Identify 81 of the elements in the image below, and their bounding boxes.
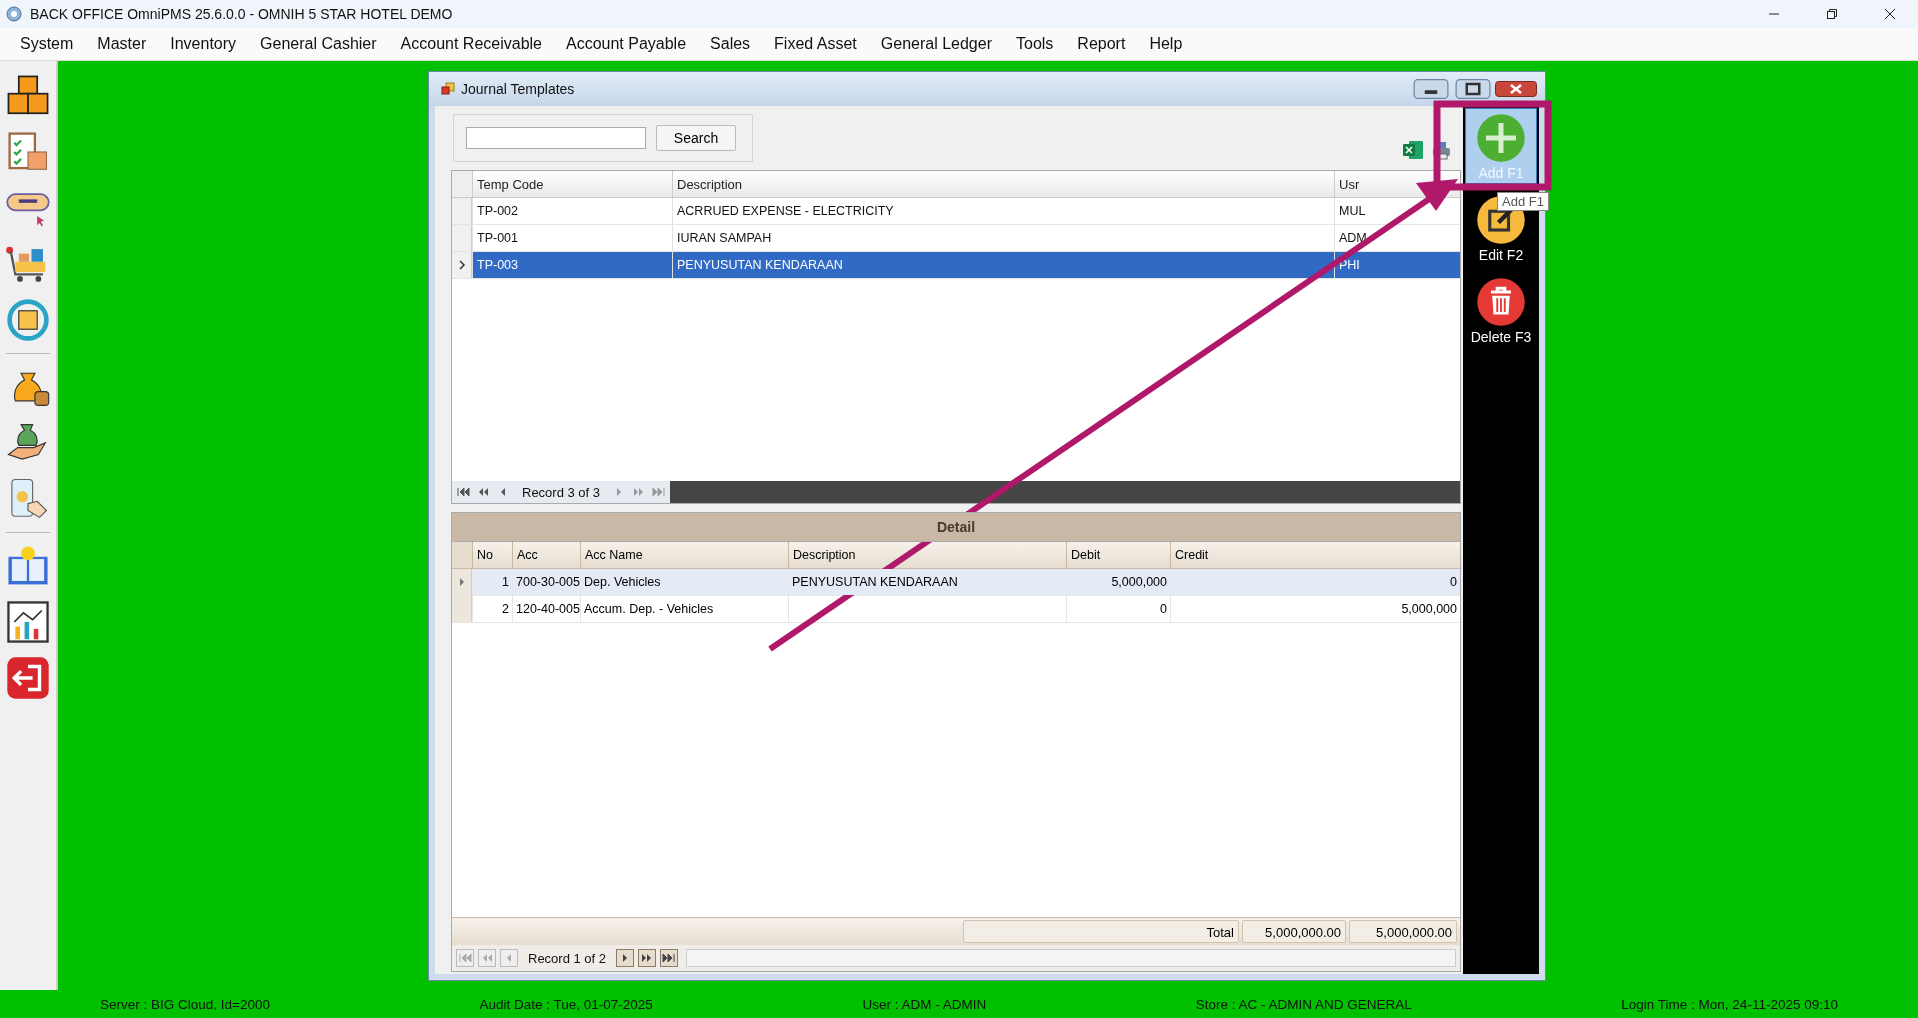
table-cell: TP-002: [472, 198, 672, 224]
table-cell: 1: [472, 569, 512, 595]
column-header[interactable]: Description: [788, 542, 1066, 568]
minimize-button[interactable]: [1411, 79, 1451, 99]
total-value: 5,000,000.00: [1349, 920, 1457, 943]
close-icon[interactable]: [1884, 8, 1896, 20]
table-cell: IURAN SAMPAH: [672, 225, 1334, 251]
menu-item[interactable]: Account Payable: [554, 35, 699, 53]
column-header[interactable]: No: [472, 542, 512, 568]
chart-report-icon[interactable]: [5, 599, 51, 645]
menu-item[interactable]: Account Receivable: [388, 35, 554, 53]
menu-item[interactable]: Inventory: [158, 35, 249, 53]
restore-icon[interactable]: [1826, 8, 1838, 20]
column-header[interactable]: Description: [672, 171, 1334, 197]
table-cell: ADM: [1334, 225, 1460, 251]
status-text: Audit Date : Tue, 01-07-2025: [479, 996, 653, 1012]
column-header[interactable]: Temp Code: [472, 171, 672, 197]
status-text: Store : AC - ADMIN AND GENERAL: [1195, 996, 1412, 1012]
dialog-title: Journal Templates: [461, 81, 575, 97]
total-value: 5,000,000.00: [1242, 920, 1346, 943]
column-header[interactable]: Acc Name: [580, 542, 788, 568]
next-record-icon[interactable]: [616, 949, 635, 967]
table-cell: 700-30-005: [512, 569, 580, 595]
tooltip: Add F1: [1497, 192, 1549, 211]
table-cell: 2: [472, 596, 512, 622]
next-page-icon[interactable]: [638, 949, 657, 967]
table-cell: 0: [1066, 596, 1170, 622]
table-cell: TP-001: [472, 225, 672, 251]
exit-icon[interactable]: [5, 655, 51, 701]
column-header[interactable]: Debit: [1066, 542, 1170, 568]
maximize-button[interactable]: [1453, 79, 1493, 99]
column-header[interactable]: Acc: [512, 542, 580, 568]
menu-item[interactable]: Report: [1065, 35, 1138, 53]
total-label: Total: [963, 920, 1239, 943]
detail-header: Detail: [451, 512, 1461, 542]
row-selector[interactable]: [452, 569, 472, 595]
menu-item[interactable]: Tools: [1004, 35, 1066, 53]
table-cell: 0: [1170, 569, 1460, 595]
box-cycle-icon[interactable]: [5, 297, 51, 343]
app-logo-icon: [6, 6, 22, 22]
grid-corner: [452, 542, 472, 568]
status-text: Server : BIG Cloud, Id=2000: [100, 996, 270, 1012]
row-selector[interactable]: [452, 252, 472, 278]
menu-item[interactable]: Help: [1137, 35, 1195, 53]
table-row[interactable]: 2 120-40-005 Accum. Dep. - Vehicles 0 5,000,000: [452, 596, 1460, 623]
table-cell: 120-40-005: [512, 596, 580, 622]
grid-corner: [452, 171, 472, 197]
menu-item[interactable]: System: [8, 35, 86, 53]
table-cell: ACRRUED EXPENSE - ELECTRICITY: [672, 198, 1334, 224]
excel-icon[interactable]: [1401, 138, 1425, 162]
plus-icon: [1476, 113, 1526, 163]
status-text: Login Time : Mon, 24-11-2025 09:10: [1621, 996, 1838, 1012]
form-icon: [441, 82, 455, 96]
search-button[interactable]: Search: [656, 125, 736, 151]
last-record-icon[interactable]: [660, 949, 679, 967]
trash-icon: [1476, 277, 1526, 327]
table-cell: TP-003: [472, 252, 672, 278]
delete-button[interactable]: Delete F3: [1465, 272, 1537, 348]
table-cell: Accum. Dep. - Vehicles: [580, 596, 788, 622]
menu-item[interactable]: General Cashier: [248, 35, 389, 53]
search-field[interactable]: [466, 127, 646, 149]
table-cell: 5,000,000: [1066, 569, 1170, 595]
horizontal-scrollbar[interactable]: [686, 949, 1456, 967]
close-button[interactable]: [1495, 79, 1537, 99]
record-counter: Record 1 of 2: [527, 950, 608, 966]
table-cell: 5,000,000: [1170, 596, 1460, 622]
table-cell: PENYUSUTAN KENDARAAN: [672, 252, 1334, 278]
horizontal-scrollbar[interactable]: [670, 481, 1460, 503]
menu-item[interactable]: General Ledger: [868, 35, 1004, 53]
first-record-icon[interactable]: [456, 487, 470, 497]
row-pointer-icon: [458, 578, 465, 586]
table-row[interactable]: 1 700-30-005 Dep. Vehicles PENYUSUTAN KENDARAAN 5,000,000 0: [452, 569, 1460, 596]
window-title: BACK OFFICE OmniPMS 25.6.0.0 - OMNIH 5 STAR HOTEL DEMO: [30, 6, 453, 22]
table-row[interactable]: TP-002 ACRRUED EXPENSE - ELECTRICITY MUL: [452, 198, 1460, 225]
record-counter: Record 3 of 3: [521, 484, 602, 500]
menu-item[interactable]: Sales: [698, 35, 763, 53]
menu-item[interactable]: Master: [85, 35, 159, 53]
row-pointer-icon: [457, 260, 466, 270]
column-header[interactable]: Credit: [1170, 542, 1460, 568]
status-text: User : ADM - ADMIN: [862, 996, 987, 1012]
menu-item[interactable]: Fixed Asset: [762, 35, 869, 53]
